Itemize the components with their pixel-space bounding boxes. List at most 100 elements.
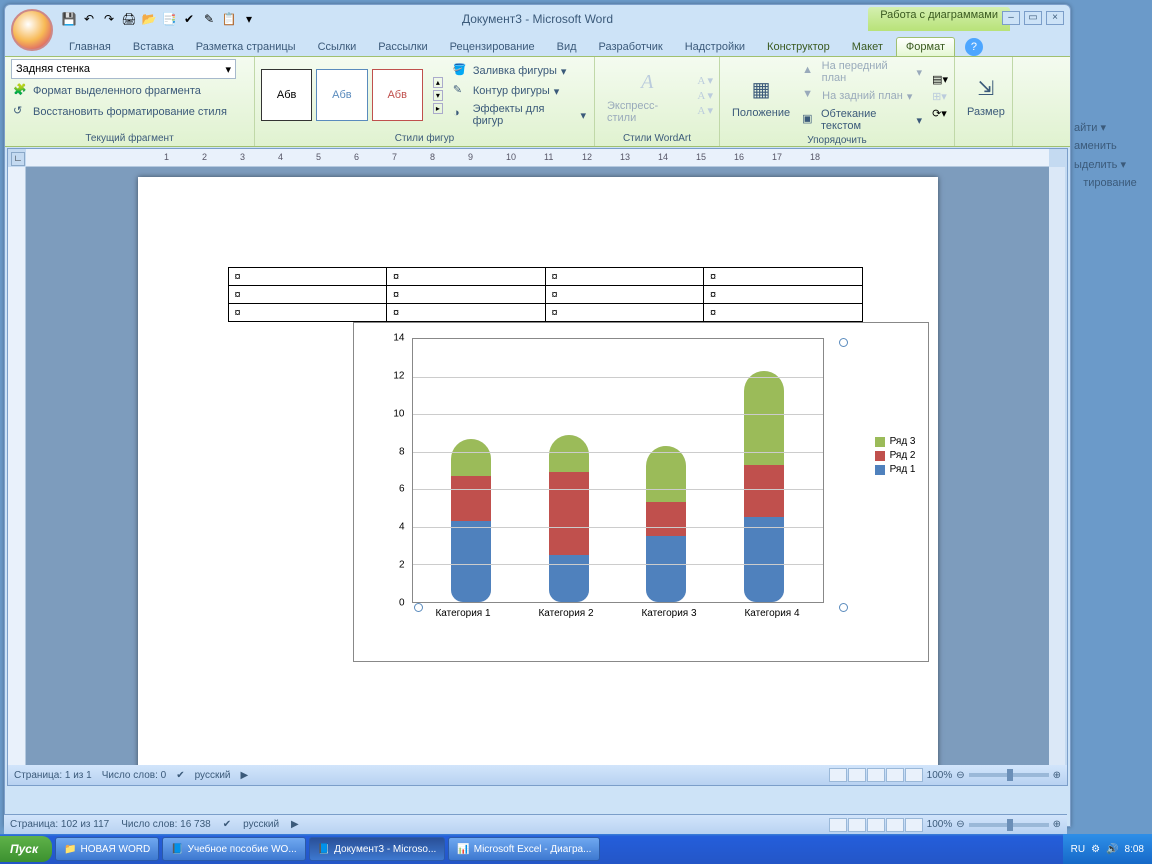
shape-element-combo[interactable]: Задняя стенка▾ — [11, 59, 236, 79]
shape-style-1[interactable]: Абв — [261, 69, 312, 121]
taskbar-button[interactable]: 📘Документ3 - Microso... — [309, 837, 446, 861]
spellcheck-icon[interactable]: ✔ — [223, 819, 231, 830]
bar-Категория 3[interactable] — [646, 446, 686, 602]
zoom-slider[interactable] — [969, 773, 1049, 777]
v4[interactable] — [886, 818, 904, 832]
reset-style-button[interactable]: ↺Восстановить форматирование стиля — [11, 103, 248, 121]
qat-button[interactable]: ✔ — [180, 10, 198, 28]
zoom-level[interactable]: 100% — [927, 770, 953, 781]
close-button[interactable]: × — [1046, 11, 1064, 25]
shape-effects-button[interactable]: ◑Эффекты для фигур ▾ — [451, 102, 588, 128]
taskbar-button[interactable]: 📊Microsoft Excel - Диагра... — [448, 837, 600, 861]
qat-button[interactable]: ↶ — [80, 10, 98, 28]
position-button[interactable]: ▦ Положение — [726, 71, 796, 121]
tab-selector[interactable]: ∟ — [11, 152, 25, 166]
tab-Рецензирование[interactable]: Рецензирование — [441, 38, 544, 56]
tab-Разметка страницы[interactable]: Разметка страницы — [187, 38, 305, 56]
text-wrap-button[interactable]: ▣Обтекание текстом ▾ — [800, 107, 924, 133]
clock[interactable]: 8:08 — [1125, 844, 1144, 855]
gallery-more-button[interactable]: ▸ — [433, 103, 443, 114]
tab-Макет[interactable]: Макет — [843, 38, 892, 56]
qat-button[interactable]: 💾 — [60, 10, 78, 28]
qat-button[interactable]: 📂 — [140, 10, 158, 28]
zoom-level[interactable]: 100% — [927, 819, 953, 830]
chart-object[interactable]: 02468101214 Категория 1Категория 2Катего… — [353, 322, 929, 662]
zoom-out-button[interactable]: ⊖ — [956, 770, 964, 781]
shape-fill-button[interactable]: 🪣Заливка фигуры ▾ — [451, 62, 588, 80]
legend-item[interactable]: Ряд 1 — [875, 464, 916, 475]
select-button[interactable]: ыделить ▾ — [1072, 155, 1148, 174]
fullscreen-view[interactable] — [848, 768, 866, 782]
tab-Разработчик[interactable]: Разработчик — [590, 38, 672, 56]
vertical-scrollbar[interactable] — [1049, 167, 1065, 767]
taskbar-button[interactable]: 📁НОВАЯ WORD — [55, 837, 159, 861]
find-button[interactable]: айти ▾ — [1072, 118, 1148, 137]
zoom-in-button[interactable]: ⊕ — [1053, 819, 1061, 830]
v1[interactable] — [829, 818, 847, 832]
shape-style-3[interactable]: Абв — [372, 69, 423, 121]
v2[interactable] — [848, 818, 866, 832]
qat-button[interactable]: 📑 — [160, 10, 178, 28]
start-button[interactable]: Пуск — [0, 836, 52, 862]
qat-button[interactable]: ▾ — [240, 10, 258, 28]
tab-Конструктор[interactable]: Конструктор — [758, 38, 839, 56]
shape-style-2[interactable]: Абв — [316, 69, 367, 121]
tab-Формат[interactable]: Формат — [896, 37, 955, 56]
zoom-slider[interactable] — [969, 823, 1049, 827]
minimize-button[interactable]: – — [1002, 11, 1020, 25]
web-view[interactable] — [867, 768, 885, 782]
vertical-ruler[interactable] — [8, 167, 26, 767]
page-status[interactable]: Страница: 1 из 1 — [14, 770, 92, 781]
bar-Категория 1[interactable] — [451, 439, 491, 602]
bar-Категория 2[interactable] — [549, 435, 589, 602]
language-status[interactable]: русский — [195, 770, 231, 781]
system-tray[interactable]: RU ⚙ 🔊 8:08 — [1063, 834, 1152, 864]
tab-Рассылки[interactable]: Рассылки — [369, 38, 436, 56]
restore-button[interactable]: ▭ — [1024, 11, 1042, 25]
gallery-down-button[interactable]: ▾ — [433, 90, 443, 101]
word-count[interactable]: Число слов: 16 738 — [121, 819, 211, 830]
taskbar-button[interactable]: 📘Учебное пособие WO... — [162, 837, 305, 861]
align-button[interactable]: ▤▾ — [932, 73, 948, 86]
tab-Вставка[interactable]: Вставка — [124, 38, 183, 56]
macro-icon[interactable]: ▶ — [291, 819, 299, 830]
gallery-up-button[interactable]: ▴ — [433, 77, 443, 88]
tab-Надстройки[interactable]: Надстройки — [676, 38, 754, 56]
qat-button[interactable]: ✎ — [200, 10, 218, 28]
print-layout-view[interactable] — [829, 768, 847, 782]
tray-icon[interactable]: ⚙ — [1091, 844, 1100, 855]
format-selection-button[interactable]: 🧩Формат выделенного фрагмента — [11, 82, 248, 100]
page-status[interactable]: Страница: 102 из 117 — [10, 819, 109, 830]
document-table[interactable]: ¤¤¤¤ ¤¤¤¤ ¤¤¤¤ — [228, 267, 863, 322]
legend-item[interactable]: Ряд 3 — [875, 436, 916, 447]
qat-button[interactable]: 🖨 — [120, 10, 138, 28]
tray-icon[interactable]: RU — [1071, 844, 1085, 855]
help-button[interactable]: ? — [965, 38, 983, 56]
rotate-button[interactable]: ⟳▾ — [932, 107, 948, 120]
bar-Категория 4[interactable] — [744, 371, 784, 602]
plot-area[interactable]: 02468101214 Категория 1Категория 2Катего… — [384, 338, 824, 628]
selection-handle[interactable] — [839, 338, 848, 347]
word-count[interactable]: Число слов: 0 — [102, 770, 166, 781]
qat-button[interactable]: 📋 — [220, 10, 238, 28]
zoom-out-button[interactable]: ⊖ — [956, 819, 964, 830]
office-button[interactable] — [11, 9, 53, 51]
v5[interactable] — [905, 818, 923, 832]
shape-outline-button[interactable]: ✎Контур фигуры ▾ — [451, 82, 588, 100]
document-area[interactable]: ¤¤¤¤ ¤¤¤¤ ¤¤¤¤ 02468101214 Категория 1Ка… — [26, 167, 1049, 767]
v3[interactable] — [867, 818, 885, 832]
selection-handle[interactable] — [839, 603, 848, 612]
spellcheck-icon[interactable]: ✔ — [176, 770, 184, 781]
tab-Ссылки[interactable]: Ссылки — [309, 38, 366, 56]
tab-Главная[interactable]: Главная — [60, 38, 120, 56]
macro-icon[interactable]: ▶ — [241, 770, 249, 781]
chart-legend[interactable]: Ряд 3Ряд 2Ряд 1 — [875, 433, 916, 478]
draft-view[interactable] — [905, 768, 923, 782]
tray-icon[interactable]: 🔊 — [1106, 844, 1118, 855]
horizontal-ruler[interactable]: 123456789101112131415161718 — [26, 149, 1049, 167]
qat-button[interactable]: ↷ — [100, 10, 118, 28]
zoom-in-button[interactable]: ⊕ — [1053, 770, 1061, 781]
size-button[interactable]: ⇲ Размер — [961, 70, 1011, 120]
language-status[interactable]: русский — [243, 819, 279, 830]
outline-view[interactable] — [886, 768, 904, 782]
